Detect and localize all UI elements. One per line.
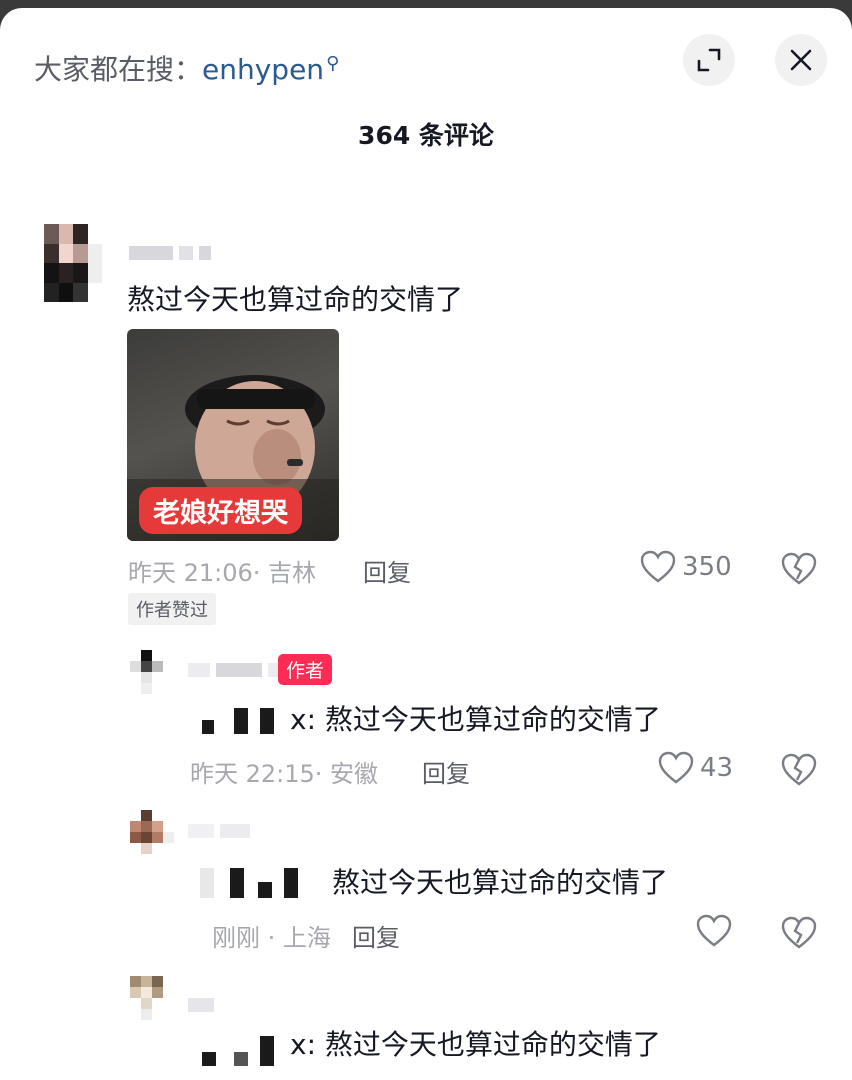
avatar[interactable] (130, 810, 174, 854)
expand-button[interactable] (683, 34, 735, 86)
mosaic-redaction (190, 708, 274, 734)
username[interactable] (188, 998, 214, 1012)
search-prefix: 大家都在搜： (34, 53, 203, 86)
comment-text: x: 熬过今天也算过命的交情了 (290, 703, 661, 736)
heart-icon (640, 550, 676, 583)
heart-icon (696, 914, 732, 947)
reply-button[interactable]: 回复 (422, 754, 470, 789)
comment-meta: 昨天 21:06· 吉林 (128, 559, 317, 587)
avatar[interactable] (130, 976, 174, 1020)
reply-button[interactable]: 回复 (352, 918, 400, 953)
mosaic-redaction (190, 1036, 286, 1066)
reply-button[interactable]: 回复 (363, 553, 411, 588)
broken-heart-icon[interactable] (781, 552, 817, 586)
search-keyword[interactable]: enhypen (202, 53, 324, 86)
sticker-image[interactable]: 老娘好想哭 (127, 329, 339, 541)
close-button[interactable] (775, 34, 827, 86)
comment-meta: 刚刚 · 上海 (212, 924, 331, 952)
avatar[interactable] (130, 650, 174, 694)
search-suggestion[interactable]: 大家都在搜：enhypen ⚲ (34, 48, 339, 88)
heart-icon (658, 751, 694, 784)
username[interactable] (188, 824, 250, 838)
broken-heart-icon[interactable] (781, 916, 817, 950)
avatar[interactable] (44, 224, 102, 302)
comment-text: 熬过今天也算过命的交情了 (332, 866, 669, 899)
sticker-caption: 老娘好想哭 (139, 487, 302, 534)
like-count: 350 (682, 552, 732, 582)
mosaic-redaction (200, 868, 320, 898)
comment-meta: 昨天 22:15· 安徽 (190, 760, 379, 788)
like-button[interactable]: 350 (640, 550, 732, 584)
like-count: 43 (700, 753, 734, 783)
author-badge: 作者 (278, 654, 333, 685)
comment-text: x: 熬过今天也算过命的交情了 (290, 1028, 661, 1061)
comments-panel: 大家都在搜：enhypen ⚲ 364 条评论 熬过今天也算过命的交情了 老娘好… (0, 8, 852, 1080)
username[interactable] (129, 246, 211, 260)
comment-count: 364 条评论 (358, 121, 494, 150)
expand-icon (697, 48, 721, 72)
comment-text: 熬过今天也算过命的交情了 (127, 283, 464, 316)
broken-heart-icon[interactable] (781, 753, 817, 787)
like-button[interactable]: 43 (658, 751, 733, 785)
username[interactable] (188, 663, 278, 677)
search-icon: ⚲ (326, 52, 340, 74)
like-button[interactable] (696, 914, 738, 948)
close-icon (790, 49, 812, 71)
author-liked-badge: 作者赞过 (128, 593, 216, 625)
